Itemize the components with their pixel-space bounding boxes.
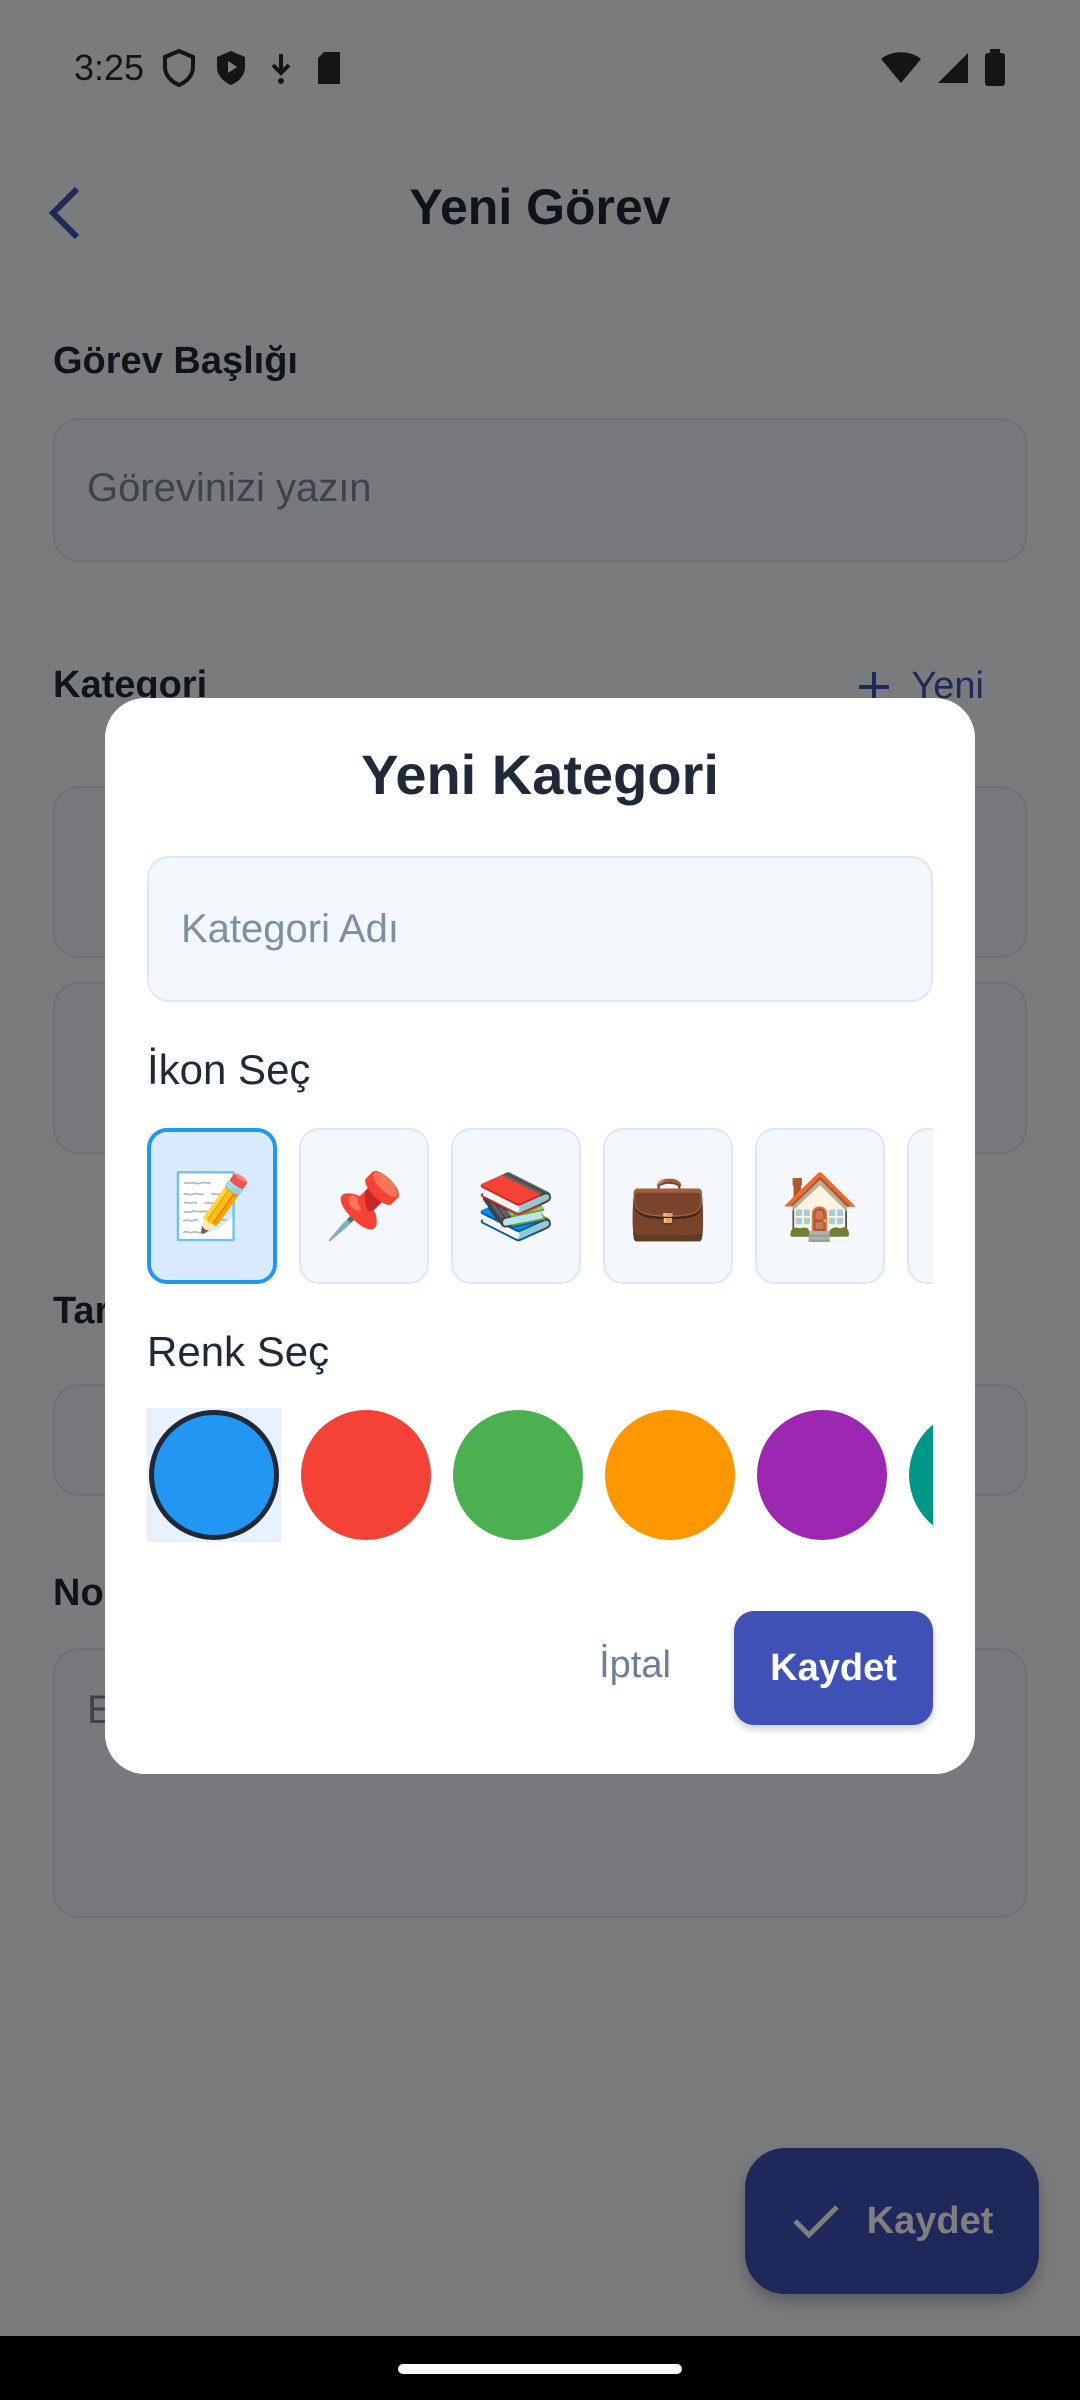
- color-swatch[interactable]: [301, 1410, 431, 1540]
- save-button[interactable]: Kaydet: [734, 1611, 933, 1725]
- cancel-button[interactable]: İptal: [575, 1620, 695, 1710]
- new-category-dialog: Yeni Kategori İkon Seç 📝 📌 📚 💼 🏠 Renk Seç İp…: [105, 698, 975, 1774]
- books-icon: 📚: [476, 1169, 556, 1242]
- color-select-label: Renk Seç: [147, 1328, 330, 1375]
- icon-option[interactable]: [907, 1128, 933, 1284]
- color-swatch[interactable]: [453, 1410, 583, 1540]
- category-name-input[interactable]: [149, 858, 931, 1000]
- icon-picker: 📝 📌 📚 💼 🏠: [147, 1128, 933, 1288]
- house-icon: 🏠: [780, 1169, 860, 1242]
- pushpin-icon: 📌: [324, 1169, 404, 1242]
- color-swatch[interactable]: [909, 1410, 933, 1540]
- icon-option[interactable]: 💼: [603, 1128, 733, 1284]
- dialog-title: Yeni Kategori: [361, 743, 719, 806]
- memo-icon: 📝: [172, 1169, 252, 1242]
- icon-option[interactable]: 📚: [451, 1128, 581, 1284]
- icon-option[interactable]: 📝: [147, 1128, 277, 1284]
- icon-option[interactable]: 🏠: [755, 1128, 885, 1284]
- briefcase-icon: 💼: [628, 1169, 708, 1242]
- home-gesture-handle[interactable]: [398, 2364, 682, 2374]
- color-swatch[interactable]: [149, 1410, 279, 1540]
- color-swatch[interactable]: [757, 1410, 887, 1540]
- icon-select-label: İkon Seç: [147, 1046, 311, 1093]
- color-picker: [147, 1408, 933, 1542]
- color-swatch[interactable]: [605, 1410, 735, 1540]
- icon-option[interactable]: 📌: [299, 1128, 429, 1284]
- category-name-field: [147, 856, 933, 1002]
